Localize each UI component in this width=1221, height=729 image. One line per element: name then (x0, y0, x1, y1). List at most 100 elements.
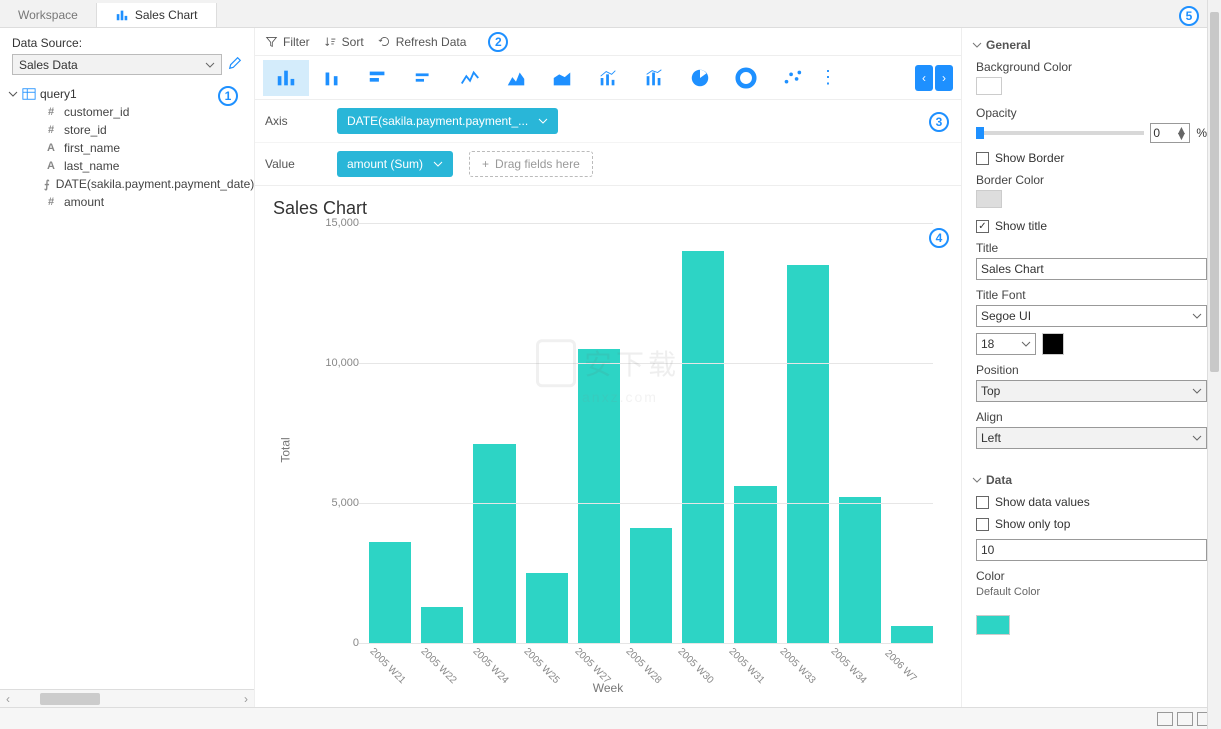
tab-label: Sales Chart (135, 8, 198, 22)
chart-type-donut[interactable] (723, 60, 769, 96)
chart-type-hbar-stacked[interactable] (401, 60, 447, 96)
fontcolor-swatch[interactable] (1042, 333, 1064, 355)
axis-pill[interactable]: DATE(sakila.payment.payment_... (337, 108, 558, 134)
bar[interactable] (526, 573, 568, 643)
tree-field[interactable]: Alast_name (4, 157, 250, 175)
titlefont-label: Title Font (976, 288, 1207, 302)
scroll-thumb[interactable] (40, 693, 100, 705)
tree-field[interactable]: #store_id (4, 121, 250, 139)
show-only-top-checkbox[interactable]: Show only top (976, 517, 1207, 531)
field-type-icon: A (44, 159, 58, 173)
font-select[interactable]: Segoe UI (976, 305, 1207, 327)
scroll-right-icon[interactable]: › (238, 692, 254, 706)
opacity-slider[interactable] (976, 131, 1144, 135)
chart-type-combo1[interactable] (585, 60, 631, 96)
opacity-input[interactable]: 0▲▼ (1150, 123, 1190, 143)
tree-field[interactable]: #customer_id (4, 103, 250, 121)
fontsize-select[interactable]: 18 (976, 333, 1036, 355)
bar-chart-icon (115, 8, 129, 22)
tree-field[interactable]: ⨍DATE(sakila.payment.payment_date) (4, 175, 250, 193)
chart-title: Sales Chart (273, 198, 943, 219)
bar[interactable] (787, 265, 829, 643)
filter-button[interactable]: Filter (265, 35, 310, 49)
table-icon (22, 87, 36, 101)
bgcolor-swatch[interactable] (976, 77, 1002, 95)
align-select[interactable]: Left (976, 427, 1207, 449)
chart-type-line[interactable] (447, 60, 493, 96)
layout-button-2[interactable] (1177, 712, 1193, 726)
chart-type-vbar[interactable] (263, 60, 309, 96)
tree-field[interactable]: Afirst_name (4, 139, 250, 157)
chart-type-scatter[interactable] (769, 60, 815, 96)
bordercolor-swatch[interactable] (976, 190, 1002, 208)
tab-workspace[interactable]: Workspace (0, 3, 97, 27)
data-source-value: Sales Data (19, 58, 78, 72)
tree-node-query[interactable]: query1 (4, 85, 250, 103)
chart-type-area[interactable] (493, 60, 539, 96)
chart-type-hbar[interactable] (355, 60, 401, 96)
value-dropzone[interactable]: +Drag fields here (469, 151, 593, 177)
tree-field[interactable]: #amount (4, 193, 250, 211)
charttype-scroll-left[interactable]: ‹ (915, 65, 933, 91)
title-input[interactable]: Sales Chart (976, 258, 1207, 280)
data-source-select[interactable]: Sales Data (12, 54, 222, 75)
axis-label: Axis (265, 114, 321, 128)
chart-type-area-stacked[interactable] (539, 60, 585, 96)
tab-label: Workspace (18, 8, 78, 22)
field-type-icon: ⨍ (44, 177, 50, 191)
chevron-down-icon (538, 116, 548, 126)
opacity-label: Opacity (976, 106, 1207, 120)
scroll-left-icon[interactable]: ‹ (0, 692, 16, 706)
field-type-icon: # (44, 195, 58, 209)
chevron-down-icon (205, 60, 215, 70)
scroll-thumb[interactable] (1210, 28, 1219, 372)
bar[interactable] (630, 528, 672, 643)
bar[interactable] (734, 486, 776, 643)
edit-datasource-icon[interactable] (228, 56, 242, 73)
show-border-checkbox[interactable]: Show Border (976, 151, 1207, 165)
refresh-icon (378, 35, 391, 48)
y-tick: 0 (325, 637, 359, 649)
charttype-scroll-right[interactable]: › (935, 65, 953, 91)
value-pill[interactable]: amount (Sum) (337, 151, 453, 177)
tab-sales-chart[interactable]: Sales Chart (97, 3, 217, 27)
chart-type-combo2[interactable] (631, 60, 677, 96)
chart-type-vbar-stacked[interactable] (309, 60, 355, 96)
chevron-down-icon (972, 475, 982, 485)
bar[interactable] (682, 251, 724, 643)
field-tree: query1 #customer_id#store_idAfirst_nameA… (0, 79, 254, 689)
tree-label: query1 (40, 87, 77, 101)
show-title-checkbox[interactable]: ✓Show title (976, 219, 1207, 233)
left-scrollbar[interactable]: ‹ › (0, 689, 254, 707)
bar[interactable] (839, 497, 881, 643)
y-tick: 10,000 (325, 357, 359, 369)
chevron-down-icon (1192, 433, 1202, 443)
bar[interactable] (369, 542, 411, 643)
status-bar (0, 707, 1221, 729)
chart-type-bar: ⋮ ‹ › (255, 56, 961, 100)
chart-type-pie[interactable] (677, 60, 723, 96)
top-n-input[interactable]: 10 (976, 539, 1207, 561)
sort-button[interactable]: Sort (324, 35, 364, 49)
section-data[interactable]: Data (962, 467, 1221, 493)
bgcolor-label: Background Color (976, 60, 1207, 74)
callout-2: 2 (488, 32, 508, 52)
refresh-button[interactable]: Refresh Data (378, 35, 467, 49)
section-general[interactable]: General (962, 32, 1221, 58)
value-label: Value (265, 157, 321, 171)
chevron-down-icon (972, 40, 982, 50)
position-select[interactable]: Top (976, 380, 1207, 402)
show-data-values-checkbox[interactable]: Show data values (976, 495, 1207, 509)
bar[interactable] (578, 349, 620, 643)
default-color-swatch[interactable] (976, 615, 1010, 635)
filter-icon (265, 35, 278, 48)
data-source-label: Data Source: (12, 36, 242, 50)
right-scrollbar[interactable] (1207, 28, 1221, 707)
chart-grid: 2005 W212005 W222005 W242005 W252005 W27… (329, 223, 943, 677)
bar[interactable] (473, 444, 515, 643)
layout-button-1[interactable] (1157, 712, 1173, 726)
center-panel: Filter Sort Refresh Data 2 ⋮ (255, 28, 961, 707)
chevron-down-icon (1192, 386, 1202, 396)
plus-icon: + (482, 157, 489, 171)
chart-type-more[interactable]: ⋮ (815, 67, 841, 88)
